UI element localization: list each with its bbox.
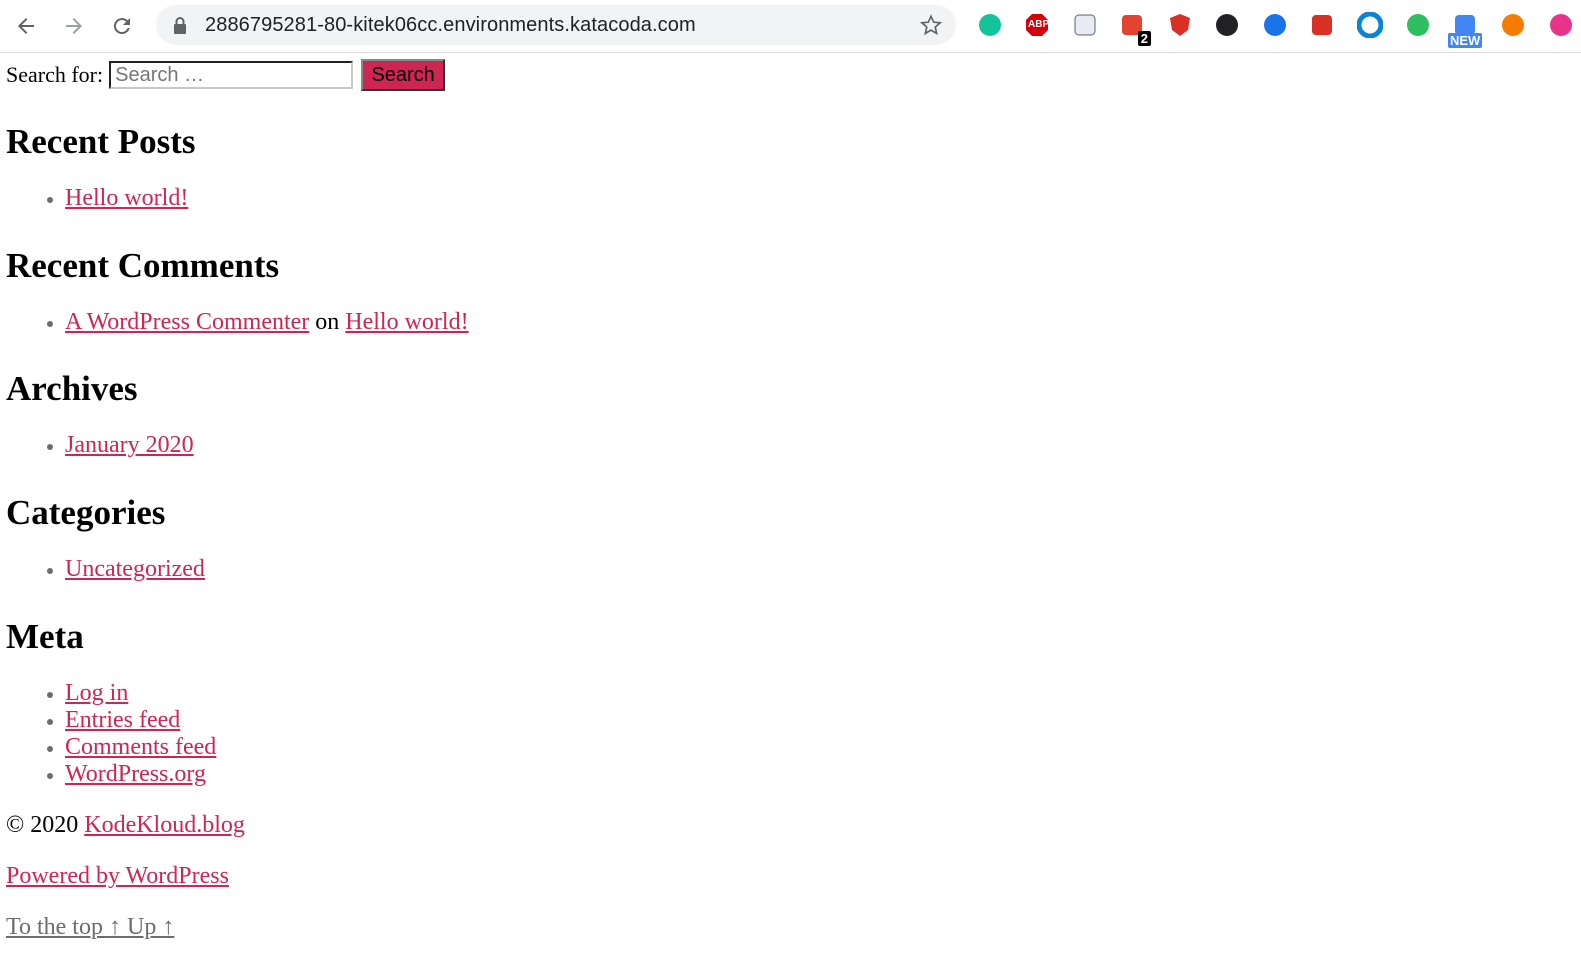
list-item: Entries feed bbox=[65, 707, 1566, 734]
circle-ext-icon bbox=[1357, 12, 1383, 38]
star-ext-icon bbox=[1550, 14, 1572, 36]
meta-heading: Meta bbox=[6, 617, 84, 656]
up-text: Up ↑ bbox=[126, 914, 175, 940]
url-text: 2886795281-80-kitek06cc.environments.kat… bbox=[205, 14, 696, 36]
list-item: A WordPress Commenter on Hello world! bbox=[65, 309, 1566, 336]
search-input[interactable] bbox=[109, 61, 354, 89]
archive-link[interactable]: January 2020 bbox=[65, 432, 194, 458]
copyright-text: © 2020 bbox=[6, 812, 79, 838]
reload-icon bbox=[113, 18, 130, 35]
categories-heading: Categories bbox=[6, 493, 166, 532]
grammarly-icon bbox=[979, 14, 1001, 36]
browser-toolbar: 2886795281-80-kitek06cc.environments.kat… bbox=[0, 0, 1581, 53]
powered-by-link[interactable]: Powered by WordPress bbox=[6, 863, 229, 889]
forward-button[interactable] bbox=[56, 8, 92, 44]
highlighter-icon bbox=[1264, 14, 1286, 36]
reload-button[interactable] bbox=[104, 8, 140, 44]
list-item: Log in bbox=[65, 680, 1566, 707]
circle-ext-extension[interactable] bbox=[1355, 10, 1385, 40]
todoist-extension[interactable]: 2 bbox=[1117, 10, 1151, 46]
extension-label: ABP bbox=[1028, 19, 1050, 30]
hand-ext-extension[interactable] bbox=[1498, 10, 1528, 40]
lock-icon bbox=[174, 17, 186, 34]
recent-posts-heading: Recent Posts bbox=[6, 122, 196, 161]
comment-post-link[interactable]: Hello world! bbox=[345, 309, 468, 335]
list-item: January 2020 bbox=[65, 432, 1566, 459]
footer-powered: Powered by WordPress bbox=[6, 863, 1566, 890]
search-button[interactable]: Search bbox=[361, 59, 446, 91]
grammarly-extension[interactable] bbox=[975, 10, 1005, 40]
page-content: Search for: Search Recent Posts Hello wo… bbox=[6, 58, 1566, 941]
archives-heading: Archives bbox=[6, 369, 138, 408]
search-ext-extension[interactable] bbox=[1070, 10, 1100, 40]
list-item: Hello world! bbox=[65, 185, 1566, 212]
to-top-text: To the top ↑ bbox=[6, 914, 121, 940]
search-label: Search for: bbox=[6, 62, 104, 87]
search-ext-icon bbox=[1074, 14, 1096, 36]
login-link[interactable]: Log in bbox=[65, 680, 128, 706]
extension-label: NEW bbox=[1448, 33, 1483, 48]
wordpress-org-link[interactable]: WordPress.org bbox=[65, 761, 206, 787]
category-link[interactable]: Uncategorized bbox=[65, 556, 205, 582]
footer-to-top: To the top ↑ Up ↑ bbox=[6, 914, 1566, 941]
shield-ext-extension[interactable] bbox=[1165, 10, 1195, 40]
comments-feed-link[interactable]: Comments feed bbox=[65, 734, 216, 760]
pdf-ext-icon bbox=[1312, 15, 1332, 35]
to-top-link[interactable]: To the top ↑ Up ↑ bbox=[6, 914, 174, 940]
entries-feed-link[interactable]: Entries feed bbox=[65, 707, 180, 733]
back-button[interactable] bbox=[8, 8, 44, 44]
star-ext-extension[interactable] bbox=[1546, 10, 1576, 40]
hand-ext-icon bbox=[1502, 14, 1524, 36]
pdf-ext-extension[interactable] bbox=[1307, 10, 1337, 40]
categories-list: Uncategorized bbox=[6, 556, 1566, 583]
search-form: Search for: Search bbox=[6, 58, 1566, 92]
new-ext-extension[interactable]: NEW bbox=[1448, 10, 1483, 48]
arrow-right-icon bbox=[66, 18, 82, 34]
recent-comments-heading: Recent Comments bbox=[6, 246, 280, 285]
bookmark-star-icon[interactable] bbox=[920, 14, 942, 36]
address-bar[interactable]: 2886795281-80-kitek06cc.environments.kat… bbox=[156, 5, 956, 45]
list-item: Uncategorized bbox=[65, 556, 1566, 583]
extension-badge: 2 bbox=[1137, 31, 1151, 46]
recent-comments-list: A WordPress Commenter on Hello world! bbox=[6, 309, 1566, 336]
dark-mode-icon bbox=[1216, 14, 1238, 36]
meta-list: Log in Entries feed Comments feed WordPr… bbox=[6, 680, 1566, 788]
evernote-extension[interactable] bbox=[1403, 10, 1433, 40]
comment-on-text: on bbox=[315, 309, 340, 335]
site-link[interactable]: KodeKloud.blog bbox=[84, 812, 245, 838]
recent-posts-list: Hello world! bbox=[6, 185, 1566, 212]
archives-list: January 2020 bbox=[6, 432, 1566, 459]
post-link[interactable]: Hello world! bbox=[65, 185, 188, 211]
list-item: Comments feed bbox=[65, 734, 1566, 761]
arrow-left-icon bbox=[18, 18, 34, 34]
footer-copyright: © 2020 KodeKloud.blog bbox=[6, 812, 1566, 839]
evernote-icon bbox=[1407, 14, 1429, 36]
list-item: WordPress.org bbox=[65, 761, 1566, 788]
highlighter-extension[interactable] bbox=[1260, 10, 1290, 40]
adblock-plus-extension[interactable]: ABP bbox=[1022, 10, 1052, 40]
comment-author-link[interactable]: A WordPress Commenter bbox=[65, 309, 309, 335]
shield-ext-icon bbox=[1170, 14, 1190, 36]
dark-mode-extension[interactable] bbox=[1212, 10, 1242, 40]
